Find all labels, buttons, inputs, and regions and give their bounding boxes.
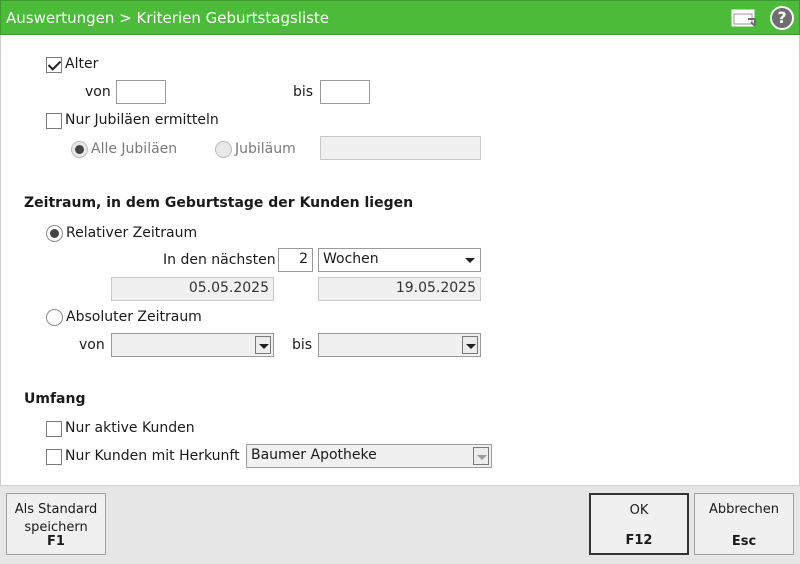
cancel-button[interactable]: Abbrechen Esc [694, 493, 794, 555]
age-from-input[interactable] [116, 80, 166, 104]
window-title: Auswertungen > Kriterien Geburtstagslist… [6, 9, 330, 27]
jubilee-label: Nur Jubiläen ermitteln [65, 112, 219, 128]
save-default-button[interactable]: Als Standard speichern F1 [6, 493, 106, 555]
cancel-key: Esc [731, 534, 757, 549]
window-icon[interactable] [731, 8, 757, 28]
chevron-down-icon[interactable] [255, 336, 271, 354]
absolute-period-label: Absoluter Zeitraum [66, 309, 202, 325]
ok-key: F12 [625, 533, 653, 548]
origin-checkbox[interactable] [46, 449, 62, 465]
origin-select[interactable]: Baumer Apotheke [246, 444, 492, 468]
chevron-down-icon [462, 251, 478, 269]
save-default-label: Als Standard speichern [14, 502, 98, 535]
origin-value: Baumer Apotheke [251, 447, 377, 463]
help-icon[interactable]: ? [770, 6, 794, 30]
abs-from-label: von [79, 337, 105, 353]
next-count-input[interactable]: 2 [278, 248, 313, 272]
age-checkbox[interactable] [46, 57, 62, 73]
abs-to-date-picker[interactable] [318, 333, 481, 357]
age-to-input[interactable] [320, 80, 370, 104]
footer-bar: Als Standard speichern F1 OK F12 Abbrech… [0, 485, 800, 564]
jubilee-radio[interactable] [215, 141, 232, 158]
jubilee-radio-label: Jubiläum [235, 141, 296, 157]
relative-period-radio[interactable] [46, 225, 63, 242]
relative-date-from: 05.05.2025 [111, 277, 274, 301]
age-label: Alter [65, 56, 99, 72]
jubilee-input[interactable] [320, 136, 481, 160]
ok-button[interactable]: OK F12 [589, 493, 689, 555]
cancel-label: Abbrechen [708, 502, 780, 517]
all-jubilees-label: Alle Jubiläen [91, 141, 178, 157]
all-jubilees-radio[interactable] [71, 141, 88, 158]
period-unit-select[interactable]: Wochen [318, 248, 481, 272]
abs-from-date-picker[interactable] [111, 333, 274, 357]
age-from-label: von [85, 84, 111, 100]
relative-date-to: 19.05.2025 [318, 277, 481, 301]
absolute-period-radio[interactable] [46, 309, 63, 326]
criteria-panel: Alter von bis Nur Jubiläen ermitteln All… [0, 35, 800, 485]
abs-to-label: bis [292, 337, 313, 353]
period-section-title: Zeitraum, in dem Geburtstage der Kunden … [24, 195, 414, 211]
active-customers-label: Nur aktive Kunden [65, 420, 195, 436]
age-to-label: bis [293, 84, 314, 100]
origin-label: Nur Kunden mit Herkunft [65, 448, 240, 464]
next-label: In den nächsten [163, 252, 276, 268]
save-default-key: F1 [47, 534, 65, 549]
active-customers-checkbox[interactable] [46, 421, 62, 437]
relative-period-label: Relativer Zeitraum [66, 225, 198, 241]
jubilee-checkbox[interactable] [46, 113, 62, 129]
chevron-down-icon[interactable] [462, 336, 478, 354]
ok-label: OK [629, 503, 649, 518]
period-unit-value: Wochen [323, 251, 379, 267]
chevron-down-icon[interactable] [473, 447, 489, 465]
title-bar: Auswertungen > Kriterien Geburtstagslist… [0, 0, 800, 35]
scope-section-title: Umfang [24, 391, 86, 407]
